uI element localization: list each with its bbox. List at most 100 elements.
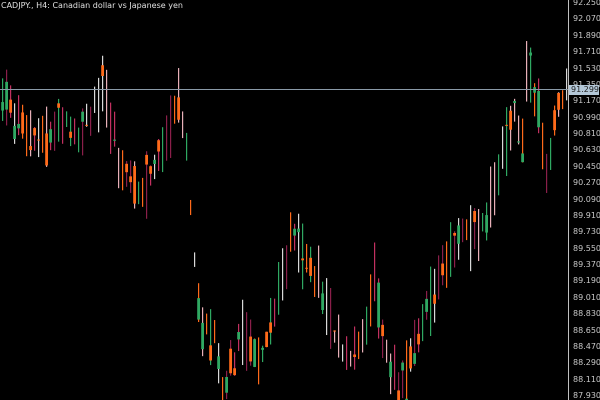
price-bar <box>166 115 168 161</box>
price-bar-body <box>201 322 204 350</box>
price-bar-body <box>9 99 12 113</box>
price-bar-body <box>125 163 128 173</box>
price-bar <box>298 213 300 273</box>
price-bar <box>98 77 100 133</box>
price-bar-body <box>293 228 296 236</box>
price-bar-body <box>441 263 444 276</box>
price-tick-label: 88.290 <box>573 358 600 368</box>
price-bar <box>438 255 440 300</box>
price-bar-body <box>81 111 84 122</box>
price-bar-body <box>473 211 476 223</box>
price-bar-body <box>233 368 236 376</box>
price-bar-body <box>57 103 60 108</box>
price-bar <box>430 266 432 337</box>
price-bar-body <box>321 293 324 310</box>
price-bar <box>286 245 288 290</box>
price-tick-label: 87.930 <box>573 391 600 400</box>
price-bar <box>186 132 188 161</box>
price-bar-body <box>417 333 420 345</box>
price-bar-body <box>553 110 556 131</box>
price-bar-body <box>485 215 488 233</box>
price-bar-body <box>425 298 428 312</box>
chart-window[interactable]: 92.25092.07091.89091.71091.53091.35091.1… <box>0 0 600 400</box>
price-bar-body <box>301 258 304 261</box>
price-tick-label: 89.730 <box>573 227 600 237</box>
price-bar-body <box>33 128 36 136</box>
price-bar-body <box>5 81 8 110</box>
price-bar-body <box>177 97 180 120</box>
price-tick-label: 90.810 <box>573 129 600 138</box>
price-bar-body <box>309 257 312 276</box>
price-bar-body <box>517 141 520 143</box>
price-bar <box>86 103 88 127</box>
price-bar-body <box>237 332 240 340</box>
price-chart[interactable] <box>0 0 568 400</box>
price-bar-body <box>229 348 232 374</box>
price-bar-body <box>333 330 336 332</box>
price-bar <box>114 111 116 147</box>
price-bar <box>386 339 388 363</box>
price-bar <box>258 337 260 385</box>
price-bar <box>470 205 472 272</box>
price-bar-body <box>149 166 152 174</box>
price-bar <box>38 118 40 158</box>
price-bar <box>334 330 336 343</box>
price-tick-label: 92.250 <box>573 0 600 7</box>
price-axis <box>568 0 569 400</box>
price-tick-label: 89.010 <box>573 292 600 302</box>
price-bar-body <box>1 102 4 111</box>
price-bar-body <box>153 159 156 164</box>
price-bar-body <box>157 140 160 152</box>
price-bar-body <box>225 376 228 393</box>
price-bar <box>2 78 4 121</box>
price-bar-body <box>401 362 404 371</box>
price-bar-body <box>69 131 72 138</box>
price-bar <box>518 115 520 145</box>
price-bar <box>270 297 272 345</box>
price-tick-label: 90.270 <box>573 178 600 188</box>
price-bar-body <box>353 354 356 358</box>
price-bar-body <box>133 166 136 204</box>
price-bar-body <box>29 146 32 151</box>
price-bar-body <box>509 110 512 130</box>
price-bar-body <box>409 346 412 369</box>
price-tick-label: 91.170 <box>573 96 600 106</box>
price-tick-label: 89.910 <box>573 210 600 220</box>
price-bar-body <box>217 356 220 369</box>
price-bar-body <box>457 225 460 244</box>
price-bar-body <box>129 176 132 183</box>
price-bar <box>302 223 304 290</box>
price-bar-body <box>529 52 532 56</box>
current-price-label: 91.299 <box>569 84 599 95</box>
price-bar <box>102 55 104 112</box>
price-bar-body <box>377 282 380 328</box>
price-bar-body <box>269 322 272 333</box>
price-bar <box>454 231 456 268</box>
price-bar <box>342 344 344 362</box>
price-bar-body <box>13 125 16 139</box>
price-bar-body <box>297 228 300 233</box>
price-bar-body <box>397 390 400 400</box>
price-tick-label: 89.550 <box>573 243 600 253</box>
price-tick-label: 88.110 <box>573 374 600 384</box>
price-bar-body <box>249 336 252 362</box>
price-bar-body <box>433 294 436 304</box>
price-tick-label: 88.650 <box>573 325 600 335</box>
chart-title: CADJPY., H4: Canadian dollar vs Japanese… <box>1 1 183 10</box>
price-tick-label: 89.370 <box>573 260 600 269</box>
price-tick-label: 88.830 <box>573 309 600 319</box>
price-bar <box>70 116 72 147</box>
price-bar-body <box>381 324 384 337</box>
price-tick-label: 90.630 <box>573 145 600 155</box>
price-bar-body <box>305 267 308 269</box>
price-bar-body <box>85 124 88 126</box>
price-bar-body <box>389 361 392 378</box>
price-bar <box>154 154 156 180</box>
price-bar <box>18 95 20 136</box>
price-bar-body <box>521 153 524 163</box>
price-tick-label: 90.450 <box>573 161 600 171</box>
price-bar-body <box>17 123 20 129</box>
price-bar-body <box>37 139 40 141</box>
price-bar-body <box>265 331 268 348</box>
price-tick-label: 91.710 <box>573 47 600 57</box>
